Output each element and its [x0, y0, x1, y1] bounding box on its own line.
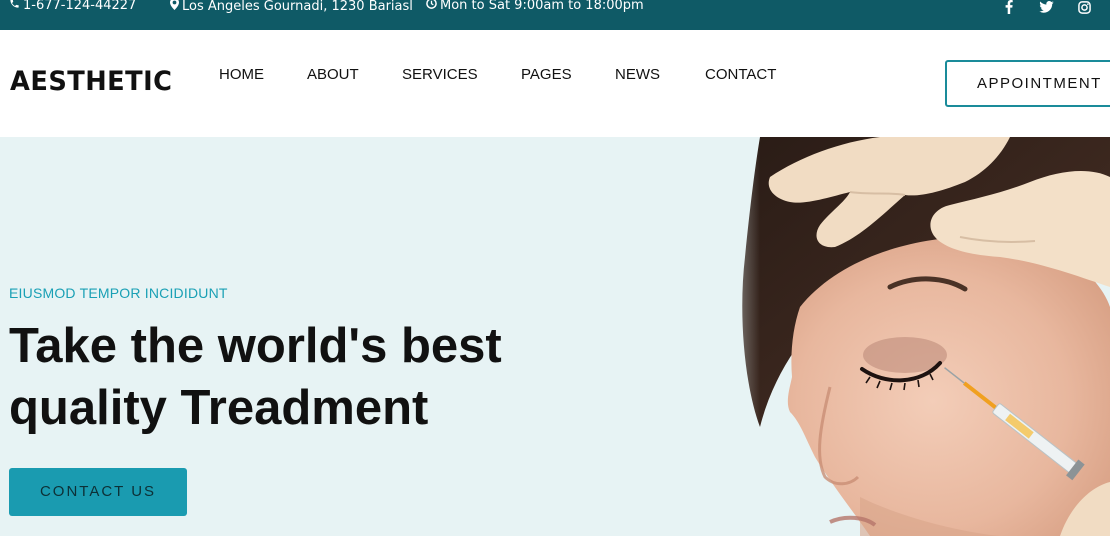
- instagram-icon[interactable]: [1076, 0, 1092, 14]
- nav-about[interactable]: ABOUT: [307, 66, 359, 83]
- phone-text: 1-677-124-44227: [23, 0, 137, 13]
- nav-services[interactable]: SERVICES: [402, 66, 478, 83]
- facebook-icon[interactable]: [1002, 0, 1016, 14]
- contact-us-button[interactable]: CONTACT US: [9, 468, 187, 516]
- site-header: AESTHETIC HOME ABOUT SERVICES PAGES NEWS…: [0, 30, 1110, 137]
- hero-section: EIUSMOD TEMPOR INCIDIDUNT Take the world…: [0, 137, 1110, 536]
- appointment-button[interactable]: APPOINTMENT: [945, 60, 1110, 107]
- hero-subtitle: EIUSMOD TEMPOR INCIDIDUNT: [9, 285, 228, 301]
- map-marker-icon: [170, 0, 179, 14]
- hero-headline-line-1: Take the world's best: [9, 319, 502, 373]
- top-info-bar: 1-677-124-44227 Los Angeles Gournadi, 12…: [0, 0, 1110, 30]
- hours-info: Mon to Sat 9:00am to 18:00pm: [426, 0, 644, 13]
- hero-headline-line-2: quality Treadment: [9, 381, 429, 435]
- nav-pages[interactable]: PAGES: [521, 66, 572, 83]
- phone-info[interactable]: 1-677-124-44227: [9, 0, 136, 13]
- nav-news[interactable]: NEWS: [615, 66, 660, 83]
- clock-icon: [426, 0, 437, 13]
- nav-contact[interactable]: CONTACT: [705, 66, 776, 83]
- address-info: Los Angeles Gournadi, 1230 Bariasl: [170, 0, 413, 14]
- phone-icon: [9, 0, 20, 13]
- hours-text: Mon to Sat 9:00am to 18:00pm: [440, 0, 644, 13]
- site-logo[interactable]: AESTHETIC: [10, 66, 172, 97]
- hero-headline: Take the world's best quality Treadment: [9, 315, 569, 439]
- address-text: Los Angeles Gournadi, 1230 Bariasl: [182, 0, 413, 14]
- twitter-icon[interactable]: [1037, 0, 1055, 14]
- nav-home[interactable]: HOME: [219, 66, 264, 83]
